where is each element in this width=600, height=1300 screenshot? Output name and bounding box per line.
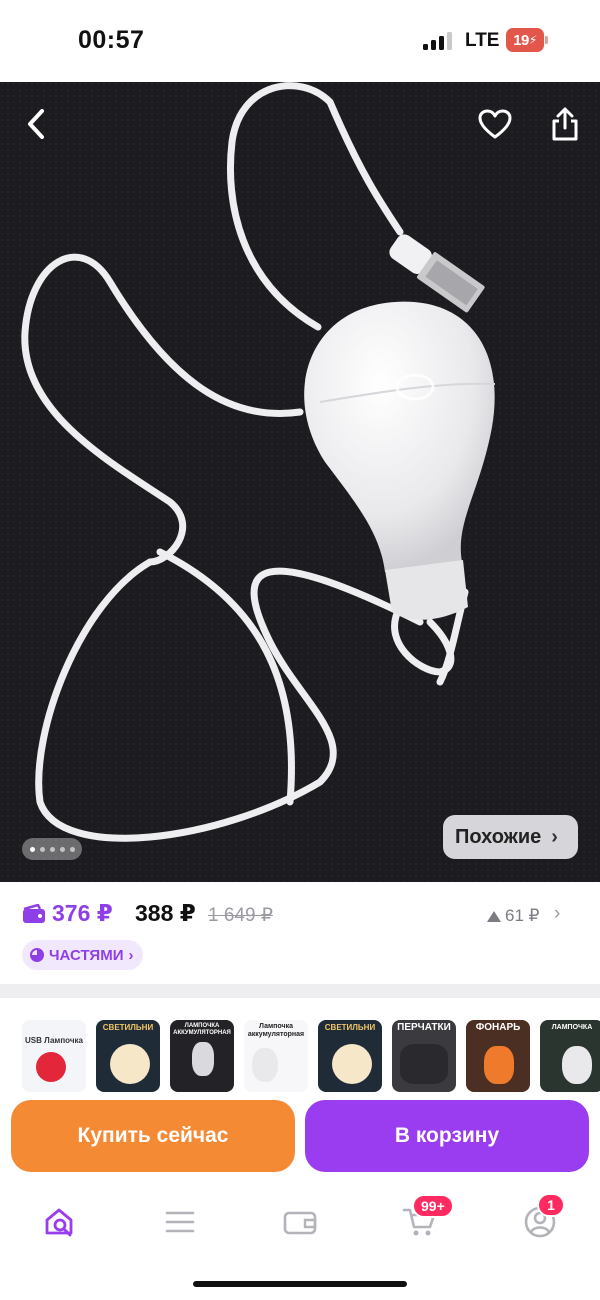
old-price: 1 649 ₽ <box>208 905 273 926</box>
add-to-cart-button[interactable]: В корзину <box>305 1100 589 1172</box>
cart-badge: 99+ <box>412 1194 454 1218</box>
thumbnail-label: ЛАМПОЧКА <box>551 1024 593 1031</box>
thumbnail-label: ПЕРЧАТКИ <box>397 1022 451 1033</box>
battery-icon: 19 ⚡ <box>506 28 548 52</box>
thumbnail-label: Лампочка аккумуляторная <box>247 1023 305 1038</box>
back-button[interactable] <box>14 102 58 146</box>
share-icon <box>552 107 578 141</box>
signal-icon <box>423 32 453 50</box>
pie-chart-icon <box>30 948 44 962</box>
page-dot <box>69 846 75 852</box>
thumbnail-label: USB Лампочка <box>25 1036 83 1045</box>
purchase-actions: Купить сейчас В корзину <box>0 1086 600 1186</box>
page-dot <box>59 846 65 852</box>
price-section: 376 ₽ 388 ₽ 1 649 ₽ 61 ₽ › ЧАСТЯМИ › <box>0 882 600 982</box>
similar-label: Похожие <box>455 825 542 848</box>
home-indicator <box>193 1281 407 1287</box>
gallery-pagination <box>22 838 82 860</box>
product-thumbnail[interactable]: СВЕТИЛЬНИ <box>96 1020 160 1092</box>
thumbnail-label: СВЕТИЛЬНИ <box>102 1023 154 1032</box>
card-price: 376 ₽ <box>52 900 113 926</box>
section-divider <box>0 984 600 998</box>
product-thumbnail[interactable]: СВЕТИЛЬНИ <box>318 1020 382 1092</box>
chevron-right-icon: › <box>551 825 558 848</box>
product-thumbnail[interactable]: USB Лампочка <box>22 1020 86 1092</box>
menu-icon <box>165 1211 195 1233</box>
chevron-right-icon[interactable]: › <box>554 903 560 925</box>
back-chevron-icon <box>28 109 44 139</box>
product-gallery[interactable]: Похожие › <box>0 82 600 882</box>
product-thumbnail[interactable]: ЛАМПОЧКА АККУМУЛЯТОРНАЯ <box>170 1020 234 1092</box>
buy-now-button[interactable]: Купить сейчас <box>11 1100 295 1172</box>
similar-button[interactable]: Похожие › <box>443 815 578 859</box>
wallet-card-icon <box>23 904 45 923</box>
chevron-right-icon: › <box>128 946 134 964</box>
status-time: 00:57 <box>78 26 145 54</box>
regular-price: 388 ₽ <box>135 900 196 926</box>
tab-home[interactable] <box>36 1198 84 1246</box>
page-dot <box>49 846 55 852</box>
home-search-icon <box>45 1208 73 1237</box>
triangle-up-icon <box>487 910 501 922</box>
product-image <box>0 82 600 882</box>
product-thumbnail[interactable]: ПЕРЧАТКИ <box>392 1020 456 1092</box>
thumbnail-label: ФОНАРЬ <box>475 1022 521 1033</box>
bottom-tab-bar: 99+ 1 <box>0 1186 600 1300</box>
network-type: LTE <box>465 30 500 51</box>
thumbnail-label: ЛАМПОЧКА АККУМУЛЯТОРНАЯ <box>173 1023 231 1036</box>
installments-label: ЧАСТЯМИ <box>49 946 124 964</box>
installments-badge[interactable]: ЧАСТЯМИ › <box>22 940 144 970</box>
tab-catalog[interactable] <box>156 1198 204 1246</box>
product-thumbnail[interactable]: Лампочка аккумуляторная <box>244 1020 308 1092</box>
profile-badge: 1 <box>537 1193 565 1217</box>
share-button[interactable] <box>543 102 587 146</box>
tab-wallet[interactable] <box>276 1198 324 1246</box>
wallet-icon <box>283 1211 317 1235</box>
status-bar: 00:57 LTE 19 ⚡ <box>0 0 600 82</box>
thumbnail-label: СВЕТИЛЬНИ <box>324 1023 376 1032</box>
product-thumbnail[interactable]: ФОНАРЬ <box>466 1020 530 1092</box>
page-dot <box>39 846 45 852</box>
product-thumbnail[interactable]: ЛАМПОЧКА <box>540 1020 600 1092</box>
favorite-button[interactable] <box>473 102 517 146</box>
price-change-value: 61 ₽ <box>505 906 540 925</box>
price-change[interactable]: 61 ₽ <box>487 906 539 926</box>
battery-level: 19 <box>513 31 529 49</box>
page-dot <box>29 846 35 852</box>
heart-icon <box>478 109 512 139</box>
